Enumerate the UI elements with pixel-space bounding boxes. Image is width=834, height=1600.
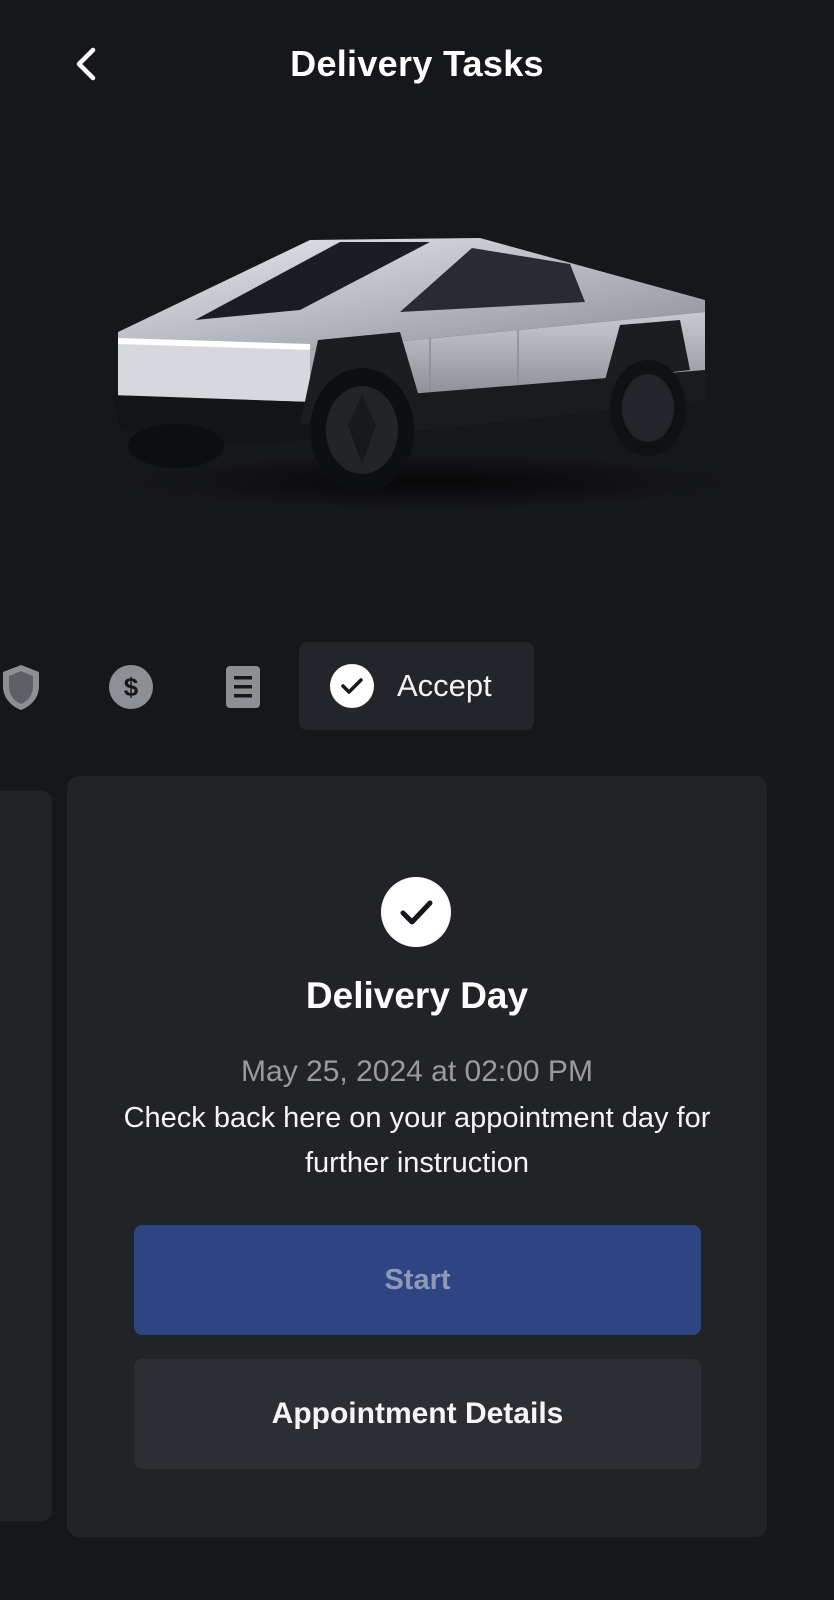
shield-icon	[3, 665, 39, 710]
dollar-icon: $	[109, 665, 153, 709]
step-payment[interactable]: $	[108, 664, 154, 710]
appointment-details-button[interactable]: Appointment Details	[134, 1359, 701, 1469]
step-accept-label: Accept	[397, 668, 492, 703]
appointment-date: May 25, 2024 at 02:00 PM	[241, 1055, 593, 1088]
start-button[interactable]: Start	[134, 1225, 701, 1335]
step-documents[interactable]	[224, 664, 262, 710]
document-icon	[226, 666, 260, 708]
delivery-day-card: Delivery Day May 25, 2024 at 02:00 PM Ch…	[67, 776, 767, 1537]
card-instructions: Check back here on your appointment day …	[123, 1102, 711, 1179]
page-title: Delivery Tasks	[290, 43, 544, 84]
step-protection[interactable]	[0, 662, 42, 712]
step-accept[interactable]: Accept	[299, 642, 534, 730]
check-circle-icon	[330, 664, 374, 708]
check-circle-icon	[381, 877, 451, 947]
cybertruck-image	[112, 238, 730, 510]
svg-text:$: $	[124, 672, 139, 702]
previous-task-card[interactable]	[0, 791, 52, 1521]
delivery-tasks-screen: Delivery Tasks $ Accept Delivery Day May…	[0, 0, 834, 1600]
card-title: Delivery Day	[305, 975, 529, 1016]
